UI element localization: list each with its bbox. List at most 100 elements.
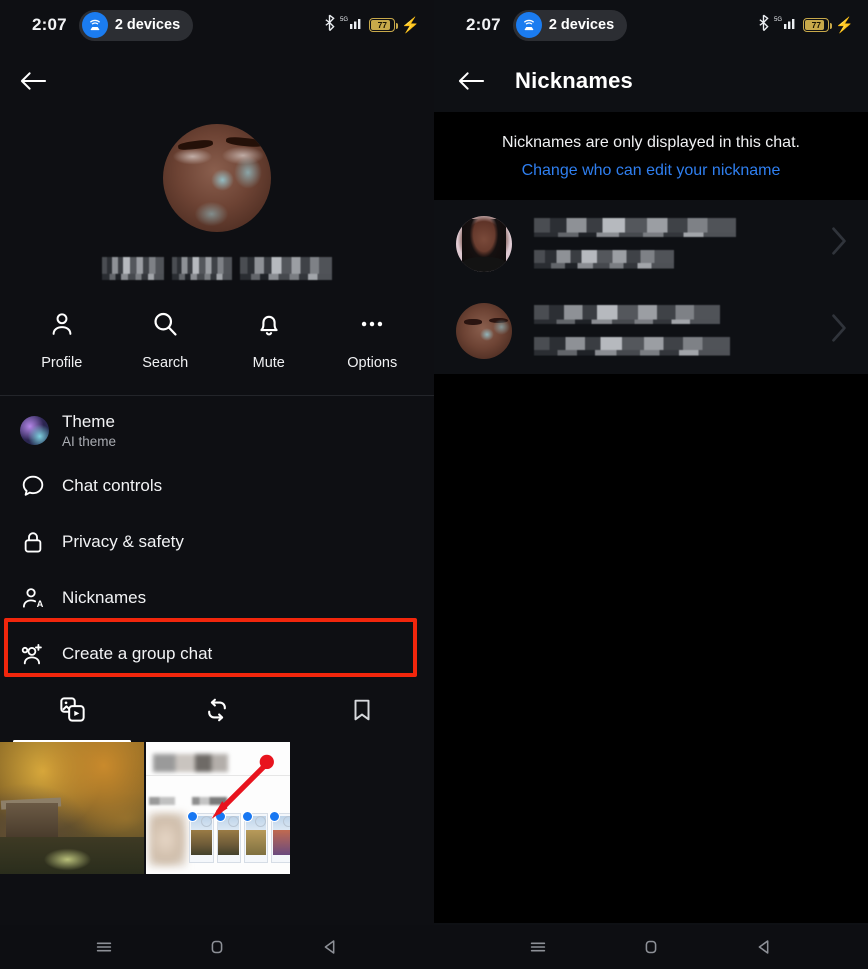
battery-indicator: 77 — [803, 18, 833, 32]
left-panel-nav — [0, 50, 434, 112]
svg-text:5G: 5G — [774, 17, 782, 23]
menu-item-create-group-chat[interactable]: Create a group chat — [0, 626, 434, 682]
person-icon — [48, 310, 76, 343]
charging-bolt-icon: ⚡ — [401, 16, 420, 34]
nicknames-header: Nicknames — [434, 50, 868, 112]
profile-header — [0, 112, 434, 284]
nickname-row[interactable] — [434, 287, 868, 374]
action-search[interactable]: Search — [114, 310, 218, 371]
action-search-label: Search — [142, 355, 189, 371]
menu-item-theme-title: Theme — [62, 411, 115, 431]
recents-menu-icon[interactable] — [527, 936, 549, 958]
dual-screenshot-comparison: 2:07 2 devices 5G 77 ⚡ Profile Search Mu… — [0, 0, 868, 969]
profile-photo-avatar[interactable] — [163, 124, 271, 232]
action-mute[interactable]: Mute — [217, 310, 321, 371]
status-bar-right: 2:07 2 devices 5G 77 ⚡ — [434, 0, 868, 50]
left-phone-screen: 2:07 2 devices 5G 77 ⚡ Profile Search Mu… — [0, 0, 434, 969]
media-tab-bar — [0, 682, 434, 743]
status-icons-left: 5G 77 ⚡ — [324, 14, 420, 36]
status-bar-left: 2:07 2 devices 5G 77 ⚡ — [0, 0, 434, 50]
nickname-list — [434, 200, 868, 374]
menu-item-privacy-safety-title: Privacy & safety — [62, 532, 184, 551]
battery-percent-label: 77 — [377, 19, 388, 30]
svg-text:5G: 5G — [340, 17, 348, 23]
change-nickname-permission-link[interactable]: Change who can edit your nickname — [434, 162, 868, 180]
tab-photos-and-videos[interactable] — [0, 682, 145, 743]
contact-nickname-redacted — [534, 248, 674, 272]
wifi-router-icon — [515, 12, 542, 38]
tab-bookmarks[interactable] — [289, 682, 434, 742]
action-profile-label: Profile — [41, 355, 83, 371]
contact-avatar-1 — [456, 215, 512, 272]
chat-bubble-icon — [20, 473, 50, 499]
nicknames-info-banner: Nicknames are only displayed in this cha… — [434, 112, 868, 200]
svg-text:A: A — [37, 599, 44, 609]
battery-percent-label: 77 — [811, 19, 822, 30]
status-time: 2:07 — [32, 15, 67, 34]
devices-pill-label: 2 devices — [114, 17, 181, 33]
signal-bars-icon: 5G — [340, 15, 364, 36]
back-arrow-icon[interactable] — [20, 70, 47, 92]
action-options-label: Options — [347, 355, 398, 371]
bell-icon — [255, 310, 283, 343]
nickname-row-text — [534, 215, 828, 272]
contact-nickname-redacted — [534, 335, 730, 359]
red-annotation-arrow — [211, 754, 275, 819]
devices-pill[interactable]: 2 devices — [512, 9, 628, 41]
tab-shared[interactable] — [145, 682, 290, 742]
menu-item-create-group-chat-title: Create a group chat — [62, 644, 213, 663]
annotated-screenshot-with-red-arrow[interactable] — [146, 742, 290, 874]
lock-icon — [20, 529, 50, 555]
charging-bolt-icon: ⚡ — [835, 16, 854, 34]
devices-pill-label: 2 devices — [548, 17, 615, 33]
devices-pill[interactable]: 2 devices — [78, 9, 194, 41]
action-options[interactable]: Options — [321, 310, 425, 371]
back-triangle-icon[interactable] — [319, 936, 341, 958]
media-thumbnail-grid — [0, 742, 434, 874]
nickname-row-text — [534, 302, 828, 359]
action-row: Profile Search Mute Options — [0, 310, 434, 371]
search-icon — [151, 310, 179, 343]
shared-repeat-icon — [203, 696, 231, 729]
action-mute-label: Mute — [252, 355, 285, 371]
recents-menu-icon[interactable] — [93, 936, 115, 958]
menu-item-privacy-safety[interactable]: Privacy & safety — [0, 514, 434, 570]
info-text: Nicknames are only displayed in this cha… — [502, 134, 800, 151]
action-profile[interactable]: Profile — [10, 310, 114, 371]
android-nav-bar-left — [0, 925, 434, 969]
bluetooth-icon — [758, 14, 769, 36]
home-square-icon[interactable] — [206, 936, 228, 958]
back-arrow-icon[interactable] — [458, 70, 485, 92]
settings-menu: Theme AI theme Chat controls Privacy & s… — [0, 396, 434, 682]
menu-item-theme[interactable]: Theme AI theme — [0, 402, 434, 458]
battery-indicator: 77 — [369, 18, 399, 32]
profile-name-redacted — [102, 254, 332, 284]
bluetooth-icon — [324, 14, 335, 36]
empty-content-area — [434, 374, 868, 923]
right-phone-screen: 2:07 2 devices 5G 77 ⚡ Nicknames Nicknam… — [434, 0, 868, 969]
signal-bars-icon: 5G — [774, 15, 798, 36]
bookmark-icon — [349, 697, 375, 728]
menu-item-chat-controls-title: Chat controls — [62, 476, 163, 495]
menu-item-chat-controls[interactable]: Chat controls — [0, 458, 434, 514]
menu-item-theme-subtitle: AI theme — [62, 433, 117, 449]
photos-and-videos-icon — [58, 695, 87, 729]
more-horizontal-icon — [358, 310, 386, 343]
contact-name-redacted — [534, 215, 736, 241]
wifi-router-icon — [81, 12, 108, 38]
status-icons-right: 5G 77 ⚡ — [758, 14, 854, 36]
contact-name-redacted — [534, 302, 720, 328]
add-people-icon — [20, 641, 50, 667]
menu-item-nicknames-title: Nicknames — [62, 588, 147, 607]
page-title: Nicknames — [515, 68, 633, 93]
chevron-right-icon[interactable] — [828, 313, 850, 348]
autumn-forest-cabin-photo[interactable] — [0, 742, 144, 874]
person-with-a-icon: A — [20, 585, 50, 611]
android-nav-bar-right — [434, 925, 868, 969]
home-square-icon[interactable] — [640, 936, 662, 958]
menu-item-nicknames[interactable]: A Nicknames — [0, 570, 434, 626]
back-triangle-icon[interactable] — [753, 936, 775, 958]
status-time: 2:07 — [466, 15, 501, 34]
nickname-row[interactable] — [434, 200, 868, 287]
chevron-right-icon[interactable] — [828, 226, 850, 261]
